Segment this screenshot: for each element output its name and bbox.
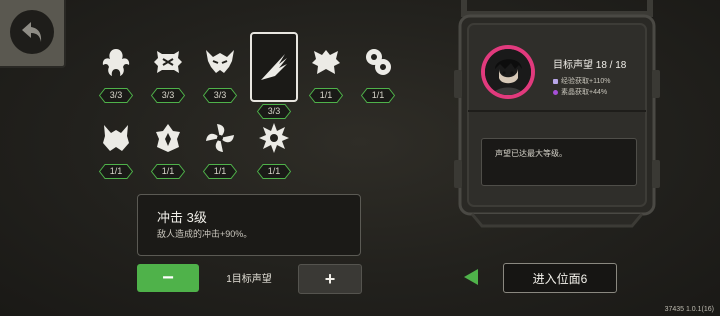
flame-crest-icon (144, 114, 192, 162)
left-arrow-icon[interactable] (462, 268, 480, 286)
increase-button[interactable]: + (298, 264, 362, 294)
perk-detail-title: 冲击 3级 (157, 210, 207, 225)
perk-slot-6[interactable]: 1/1 (352, 38, 404, 103)
perk-slot-3[interactable]: 3/3 (194, 38, 246, 103)
horned-shield-icon (144, 38, 192, 86)
perk-slot-8[interactable]: 1/1 (142, 114, 194, 179)
perk-level-badge: 1/1 (203, 164, 237, 179)
tentacle-emblem-icon (92, 38, 140, 86)
perk-slot-4-selected[interactable]: 3/3 (248, 32, 300, 119)
claw-strike-icon (250, 32, 298, 102)
perk-slot-5[interactable]: 1/1 (300, 38, 352, 103)
back-arrow-icon (10, 10, 54, 54)
back-button[interactable] (0, 0, 66, 68)
enter-plane-button[interactable]: 进入位面6 (503, 263, 617, 293)
perk-slot-1[interactable]: 3/3 (90, 38, 142, 103)
version-label: 37435 1.0.1(16) (664, 306, 714, 313)
perk-level-badge: 1/1 (361, 88, 395, 103)
perk-slot-7[interactable]: 1/1 (90, 114, 142, 179)
crystal-icon (553, 89, 558, 95)
reputation-title: 目标声望 18 / 18 (553, 60, 627, 71)
perk-detail-description: 敌人造成的冲击+90%。 (157, 229, 253, 239)
reputation-message: 声望已达最大等级。 (495, 149, 567, 158)
perk-level-badge: 1/1 (151, 164, 185, 179)
perk-slot-9[interactable]: 1/1 (194, 114, 246, 179)
perk-level-badge: 3/3 (151, 88, 185, 103)
avatar (485, 49, 531, 95)
decrease-button[interactable]: − (137, 264, 199, 292)
reputation-card-frame (454, 0, 660, 228)
stat-exp-bonus: 经验获取+110% (553, 76, 610, 86)
demon-mask-icon (196, 38, 244, 86)
pinwheel-icon (196, 114, 244, 162)
exp-icon (553, 78, 558, 84)
perk-level-badge: 3/3 (203, 88, 237, 103)
spiked-sun-icon (250, 114, 298, 162)
spiral-orbs-icon (354, 38, 402, 86)
perk-level-badge: 1/1 (257, 164, 291, 179)
perk-level-badge: 1/1 (309, 88, 343, 103)
perk-level-badge: 1/1 (99, 164, 133, 179)
reputation-message-box: 声望已达最大等级。 (481, 138, 637, 186)
stat-crystal-bonus: 素晶获取+44% (553, 87, 607, 97)
perk-slot-2[interactable]: 3/3 (142, 38, 194, 103)
character-portrait (481, 45, 535, 99)
reputation-level-label: 1目标声望 (226, 274, 272, 285)
perk-level-badge: 3/3 (99, 88, 133, 103)
horned-crown-icon (92, 114, 140, 162)
winged-beast-icon (302, 38, 350, 86)
perk-slot-10[interactable]: 1/1 (248, 114, 300, 179)
perk-detail-panel: 冲击 3级 敌人造成的冲击+90%。 (137, 194, 361, 256)
